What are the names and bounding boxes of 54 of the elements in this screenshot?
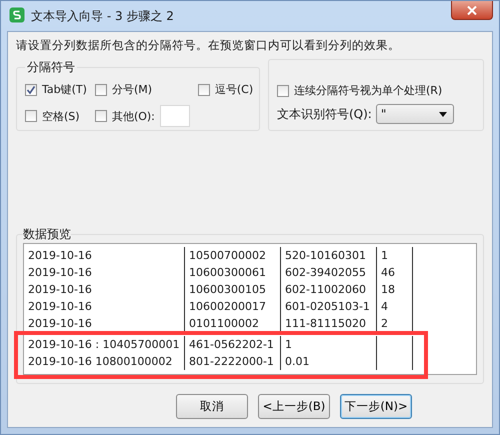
table-cell: 601-0205103-1 (280, 298, 376, 315)
table-cell: 602-39402055 (280, 264, 376, 281)
table-cell: 520-10160301 (280, 247, 376, 264)
checkbox[interactable] (25, 110, 37, 122)
table-cell: 801-2222000-1 (184, 353, 280, 370)
table-cell: 602-11002060 (280, 281, 376, 298)
table-cell: 2 (376, 315, 413, 332)
qualifier-dropdown[interactable]: " (376, 104, 454, 124)
table-cell: 111-81115020 (280, 315, 376, 332)
table-cell: 10600300061 (184, 264, 280, 281)
option-label: 其他(O): (112, 108, 155, 124)
window-title: 文本导入向导 - 3 步骤之 2 (31, 8, 175, 25)
table-cell: 1 (280, 336, 376, 353)
group-title: 数据预览 (23, 226, 71, 243)
table-cell-text: 2019-10-16 (27, 282, 93, 298)
dialog-button[interactable]: <上一步(B) (258, 394, 330, 419)
table-cell: 1 (376, 247, 413, 264)
option-label: 空格(S) (42, 108, 80, 124)
close-icon (467, 6, 477, 14)
table-cell: 18 (376, 281, 413, 298)
checkbox[interactable] (94, 110, 107, 122)
table-cell: 461-0562202-1 (184, 336, 280, 353)
dialog-button[interactable]: 取消 (176, 394, 248, 419)
table-cell-text: 2019-10-16 10800100002 (27, 354, 174, 370)
caret-icon (438, 112, 447, 116)
dialog-button[interactable]: 下一步(N)> (340, 394, 412, 419)
table-cell (376, 353, 413, 370)
option-label: 分号(M) (112, 82, 152, 97)
checkbox[interactable] (25, 84, 37, 96)
instruction-text: 请设置分列数据所包含的分隔符号。在预览窗口内可以看到分列的效果。 (16, 38, 401, 53)
option-label: Tab键(T) (42, 82, 87, 97)
table-cell-text: 2019-10-16 (27, 265, 93, 281)
table-cell-text: 2019-10-16 : 10405700001 (27, 337, 181, 353)
table-cell: 10600200017 (184, 298, 280, 315)
checkbox[interactable] (277, 84, 289, 96)
option-label: 连续分隔符号视为单个处理(R) (294, 83, 442, 98)
table-cell-text: 2019-10-16 (27, 248, 93, 264)
table-cell: 10600300105 (184, 281, 280, 298)
table-cell: 0101100002 (184, 315, 280, 332)
table-cell: 4 (376, 298, 413, 315)
spreadsheet-app-icon (9, 7, 25, 23)
checkbox[interactable] (198, 84, 210, 96)
table-cell: 0.01 (280, 353, 376, 370)
table-cell (376, 336, 413, 353)
option-label: 逗号(C) (214, 82, 254, 97)
table-cell-text: 2019-10-16 (27, 316, 93, 332)
table-cell: 46 (376, 264, 413, 281)
close-button[interactable] (451, 1, 493, 20)
group-title: 分隔符号 (26, 59, 76, 76)
table-cell-text: 2019-10-16 (27, 299, 93, 315)
other-delimiter-field[interactable] (160, 105, 190, 127)
table-cell: 10500700002 (184, 247, 280, 264)
checkbox[interactable] (94, 84, 107, 96)
qualifier-label: 文本识别符号(Q): (277, 106, 372, 122)
